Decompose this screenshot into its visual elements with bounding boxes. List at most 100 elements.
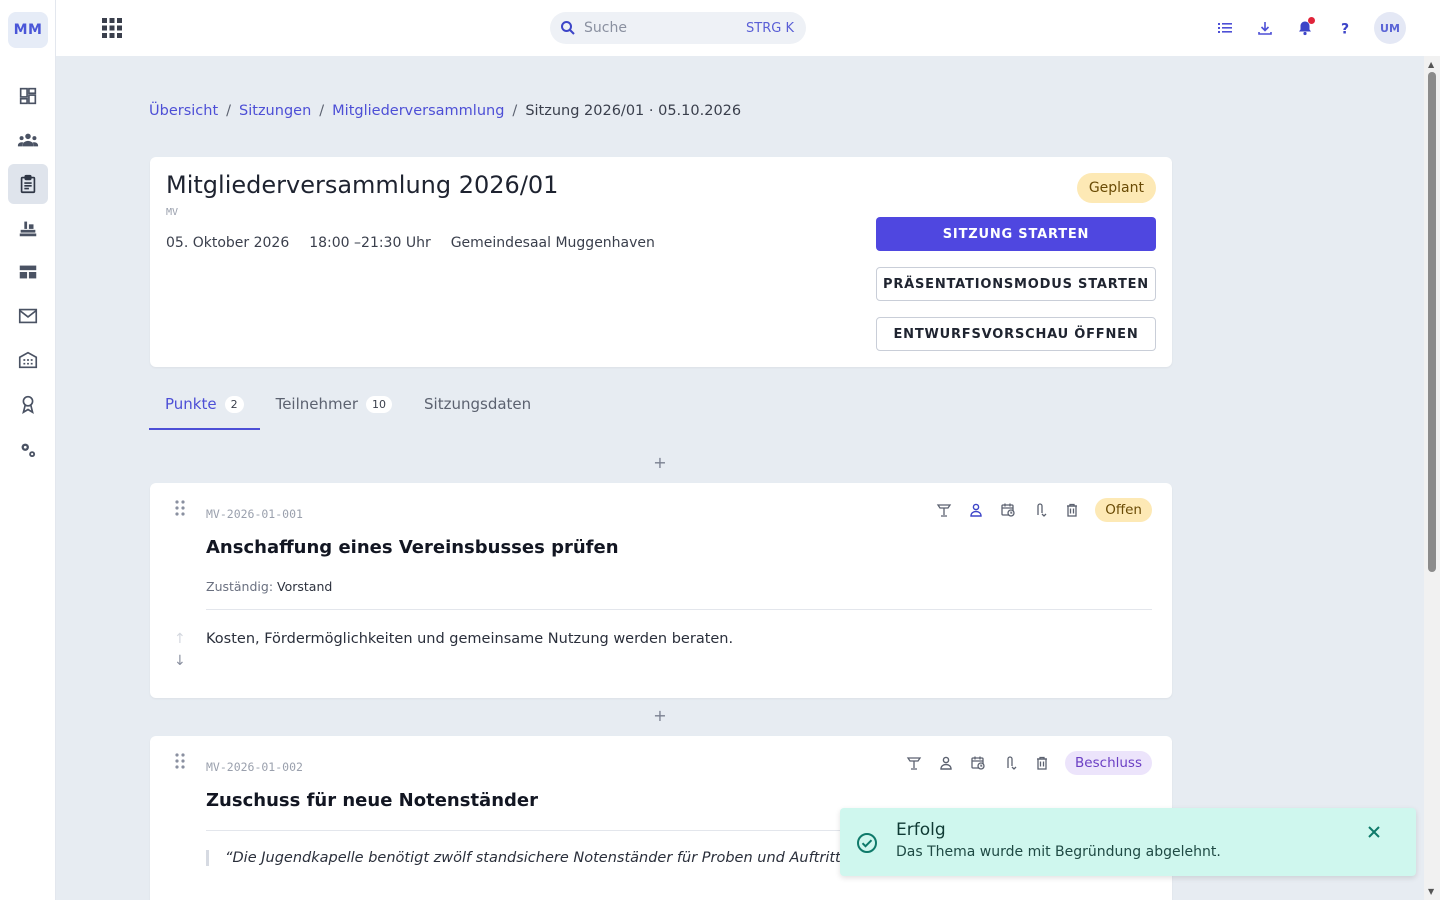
instrument-icon <box>19 221 37 237</box>
drag-handle-icon[interactable] <box>174 499 186 517</box>
nav-building[interactable] <box>8 340 48 380</box>
tab-count: 2 <box>224 396 244 413</box>
item-title: Zuschuss für neue Notenständer <box>206 790 538 811</box>
members-icon <box>17 133 39 147</box>
award-icon <box>22 395 34 414</box>
attachment-button[interactable] <box>1001 754 1019 772</box>
table-icon <box>19 265 37 279</box>
toast-close-button[interactable] <box>1364 822 1384 842</box>
trash-icon <box>1067 503 1078 517</box>
download-button[interactable] <box>1254 17 1276 39</box>
item-responsible: Zuständig: Vorstand <box>206 579 332 594</box>
start-meeting-button[interactable]: SITZUNG STARTEN <box>876 217 1156 251</box>
tab-participants[interactable]: Teilnehmer 10 <box>260 385 408 430</box>
delete-button[interactable] <box>1063 501 1081 519</box>
nav-members[interactable] <box>8 120 48 160</box>
svg-text:?: ? <box>1341 22 1349 37</box>
drag-handle-icon[interactable] <box>174 752 186 770</box>
schedule-button[interactable] <box>969 754 987 772</box>
notifications-button[interactable] <box>1294 17 1316 39</box>
dashboard-icon <box>19 87 37 105</box>
meeting-abbreviation: MV <box>166 207 179 218</box>
item-actions: Offen <box>935 498 1152 522</box>
schedule-button[interactable] <box>999 501 1017 519</box>
nav-instruments[interactable] <box>8 208 48 248</box>
assign-person-button[interactable] <box>937 754 955 772</box>
meeting-header-card: Mitgliederversammlung 2026/01 MV 05. Okt… <box>150 157 1172 367</box>
search-placeholder: Suche <box>584 20 627 36</box>
nav-meetings[interactable] <box>8 164 48 204</box>
status-badge: Geplant <box>1076 173 1156 203</box>
help-icon: ? <box>1341 22 1349 37</box>
person-icon <box>940 756 952 770</box>
building-icon <box>18 351 38 369</box>
notification-dot <box>1308 17 1315 24</box>
calendar-clock-icon <box>1001 503 1015 517</box>
item-identifier: MV-2026-01-002 <box>206 760 303 774</box>
breadcrumb-assembly[interactable]: Mitgliederversammlung <box>332 103 504 119</box>
nav-awards[interactable] <box>8 384 48 424</box>
move-down-icon[interactable]: ↓ <box>174 653 186 669</box>
agenda-item-card: MV-2026-01-001 Anschaffung eines Vereins… <box>150 483 1172 698</box>
attachment-icon <box>1037 503 1047 517</box>
search-input[interactable]: Suche STRG K <box>550 12 806 44</box>
reorder-arrows: ↑ ↓ <box>174 631 186 669</box>
podium-button[interactable] <box>905 754 923 772</box>
breadcrumb-meetings[interactable]: Sitzungen <box>239 103 311 119</box>
podium-icon <box>936 504 952 517</box>
page-scrollbar[interactable]: ▲ ▼ <box>1424 56 1440 900</box>
meeting-location: Gemeindesaal Muggenhaven <box>450 235 655 251</box>
search-shortcut: STRG K <box>746 20 794 36</box>
attachment-button[interactable] <box>1031 501 1049 519</box>
list-button[interactable] <box>1214 17 1236 39</box>
breadcrumb-separator: / <box>512 103 518 119</box>
delete-button[interactable] <box>1033 754 1051 772</box>
search-icon <box>561 21 575 35</box>
start-presentation-button[interactable]: PRÄSENTATIONSMODUS STARTEN <box>876 267 1156 301</box>
item-quote: “Die Jugendkapelle benötigt zwölf stands… <box>206 850 854 866</box>
add-item-button[interactable]: + <box>650 453 670 473</box>
scrollbar-thumb[interactable] <box>1428 72 1436 572</box>
apps-grid-button[interactable] <box>100 16 124 40</box>
tab-points[interactable]: Punkte 2 <box>149 385 260 430</box>
meeting-meta: 05. Oktober 2026 18:00 –21:30 Uhr Gemein… <box>166 235 655 251</box>
tab-label: Punkte <box>165 395 217 413</box>
scroll-up-icon[interactable]: ▲ <box>1428 60 1434 69</box>
breadcrumb-current: Sitzung 2026/01 · 05.10.2026 <box>525 103 742 119</box>
nav-table[interactable] <box>8 252 48 292</box>
apps-grid-icon <box>102 18 122 38</box>
help-button[interactable]: ? <box>1334 17 1356 39</box>
app-logo[interactable]: MM <box>8 12 48 48</box>
item-description: Kosten, Fördermöglichkeiten und gemeinsa… <box>206 631 734 647</box>
nav-settings[interactable] <box>8 430 48 470</box>
settings-icon <box>21 443 36 458</box>
success-toast: Erfolg Das Thema wurde mit Begründung ab… <box>840 808 1416 876</box>
breadcrumb-separator: / <box>226 103 232 119</box>
tab-meeting-data[interactable]: Sitzungsdaten <box>408 385 547 430</box>
open-draft-preview-button[interactable]: ENTWURFSVORSCHAU ÖFFNEN <box>876 317 1156 351</box>
podium-button[interactable] <box>935 501 953 519</box>
person-icon <box>970 503 982 517</box>
close-icon <box>1368 826 1380 838</box>
attachment-icon <box>1007 756 1017 770</box>
sidebar-rail: MM <box>0 0 56 900</box>
user-avatar[interactable]: UM <box>1374 12 1406 44</box>
item-identifier: MV-2026-01-001 <box>206 507 303 521</box>
toast-message: Das Thema wurde mit Begründung abgelehnt… <box>896 844 1221 860</box>
toast-title: Erfolg <box>896 820 946 840</box>
breadcrumb-overview[interactable]: Übersicht <box>149 103 218 119</box>
meeting-date: 05. Oktober 2026 <box>166 235 290 251</box>
item-status-badge: Beschluss <box>1065 751 1152 775</box>
scroll-down-icon[interactable]: ▼ <box>1428 887 1434 896</box>
move-up-icon[interactable]: ↑ <box>174 631 186 647</box>
top-bar: Suche STRG K ? UM <box>56 0 1440 56</box>
nav-mail[interactable] <box>8 296 48 336</box>
meeting-time: 18:00 –21:30 Uhr <box>309 235 431 251</box>
assign-person-button[interactable] <box>967 501 985 519</box>
nav-dashboard[interactable] <box>8 76 48 116</box>
podium-icon <box>906 757 922 770</box>
add-item-button[interactable]: + <box>650 706 670 726</box>
breadcrumb: Übersicht / Sitzungen / Mitgliederversam… <box>149 103 741 119</box>
page-title: Mitgliederversammlung 2026/01 <box>166 171 559 199</box>
check-circle-icon <box>857 833 877 853</box>
